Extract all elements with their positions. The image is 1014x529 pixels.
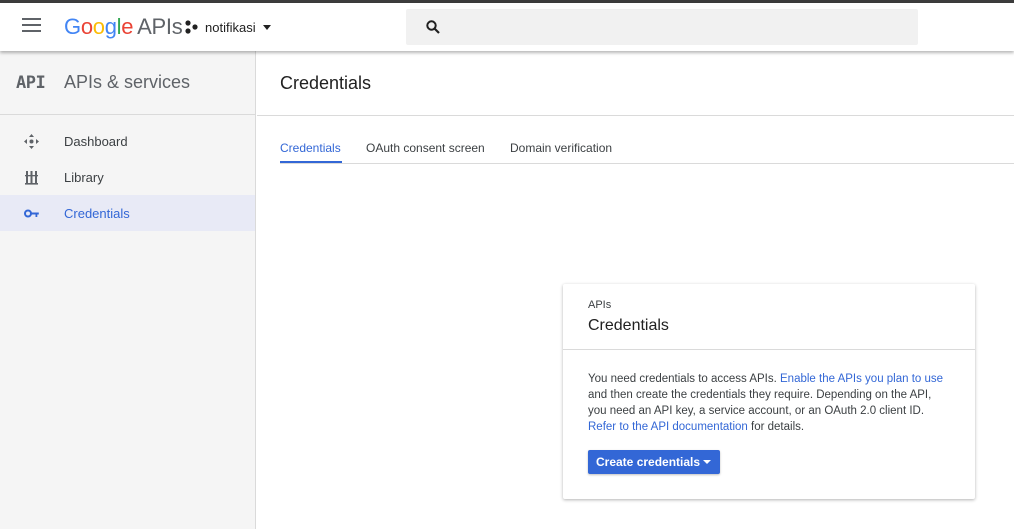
tab-credentials[interactable]: Credentials [280,141,341,155]
card-title: Credentials [588,317,669,334]
credentials-card: APIs Credentials You need credentials to… [563,284,975,499]
card-eyebrow: APIs [588,299,612,311]
search-icon[interactable] [426,20,440,34]
card-header: APIs Credentials [563,284,975,350]
tab-oauth-consent-screen[interactable]: OAuth consent screen [366,141,485,155]
sidebar-item-credentials[interactable]: Credentials [0,195,255,231]
card-description: You need credentials to access APIs. Ena… [588,373,944,433]
project-dots-icon [185,20,198,34]
enable-apis-link[interactable]: Enable the APIs you plan to use [780,373,943,385]
sidebar-item-label: Credentials [64,206,130,221]
tab-bar: Credentials OAuth consent screen Domain … [280,133,1014,164]
sidebar-item-library[interactable]: Library [0,159,255,195]
chevron-down-icon [262,24,271,30]
page-title: Credentials [280,73,372,93]
create-credentials-label: Create credentials [596,455,701,469]
project-selector[interactable]: notifikasi [184,19,271,35]
search-bar[interactable] [406,9,918,45]
sidebar-item-label: Dashboard [64,134,128,149]
key-icon [24,209,39,218]
active-tab-indicator [280,161,342,163]
create-credentials-button[interactable]: Create credentials [588,450,720,474]
sidebar-item-label: Library [64,170,104,185]
api-badge-icon: API [16,73,46,93]
header-divider [257,115,1014,116]
search-input[interactable] [454,9,904,45]
chevron-down-icon [703,460,711,464]
sidebar-header: API APIs & services [0,51,255,115]
tab-domain-verification[interactable]: Domain verification [510,141,612,155]
project-name: notifikasi [205,19,256,35]
top-app-bar: Google APIs notifikasi [0,3,1014,51]
sidebar-title: APIs & services [64,72,191,92]
dashboard-icon [24,134,39,149]
sidebar-nav: Dashboard Library Credentials [0,115,255,231]
google-apis-logo[interactable]: Google APIs [64,14,183,40]
sidebar-item-dashboard[interactable]: Dashboard [0,123,255,159]
sidebar: API APIs & services Dashboard Library Cr… [0,51,256,529]
hamburger-menu-icon[interactable] [22,18,41,36]
library-icon [25,171,38,185]
api-documentation-link[interactable]: Refer to the API documentation [588,421,748,433]
